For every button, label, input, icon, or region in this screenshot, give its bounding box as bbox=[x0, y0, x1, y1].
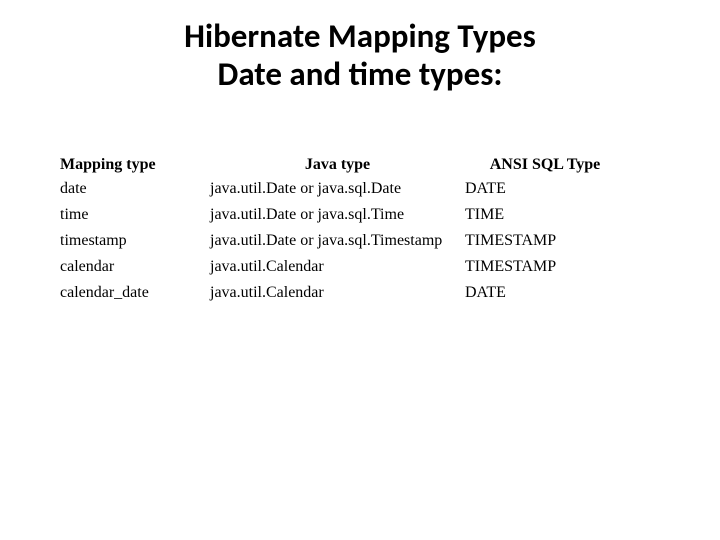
table-row: calendar_date java.util.Calendar DATE bbox=[60, 280, 625, 306]
cell-ansi-sql-type: TIMESTAMP bbox=[465, 228, 625, 254]
table-row: timestamp java.util.Date or java.sql.Tim… bbox=[60, 228, 625, 254]
cell-java-type: java.util.Calendar bbox=[210, 254, 465, 280]
mapping-types-table: Mapping type Java type ANSI SQL Type dat… bbox=[60, 154, 625, 306]
cell-java-type: java.util.Date or java.sql.Date bbox=[210, 176, 465, 202]
title-line1: Hibernate Mapping Types bbox=[0, 18, 720, 56]
cell-mapping-type: calendar_date bbox=[60, 280, 210, 306]
cell-mapping-type: time bbox=[60, 202, 210, 228]
cell-ansi-sql-type: DATE bbox=[465, 176, 625, 202]
cell-mapping-type: calendar bbox=[60, 254, 210, 280]
table-container: Mapping type Java type ANSI SQL Type dat… bbox=[0, 154, 720, 306]
col-header-java-type: Java type bbox=[210, 154, 465, 176]
title-line2: Date and time types: bbox=[0, 56, 720, 94]
cell-ansi-sql-type: TIMESTAMP bbox=[465, 254, 625, 280]
table-header-row: Mapping type Java type ANSI SQL Type bbox=[60, 154, 625, 176]
table-row: date java.util.Date or java.sql.Date DAT… bbox=[60, 176, 625, 202]
cell-java-type: java.util.Date or java.sql.Timestamp bbox=[210, 228, 465, 254]
table-row: calendar java.util.Calendar TIMESTAMP bbox=[60, 254, 625, 280]
table-row: time java.util.Date or java.sql.Time TIM… bbox=[60, 202, 625, 228]
col-header-mapping-type: Mapping type bbox=[60, 154, 210, 176]
slide-title: Hibernate Mapping Types Date and time ty… bbox=[0, 18, 720, 94]
cell-mapping-type: date bbox=[60, 176, 210, 202]
cell-java-type: java.util.Calendar bbox=[210, 280, 465, 306]
col-header-ansi-sql-type: ANSI SQL Type bbox=[465, 154, 625, 176]
cell-mapping-type: timestamp bbox=[60, 228, 210, 254]
cell-java-type: java.util.Date or java.sql.Time bbox=[210, 202, 465, 228]
cell-ansi-sql-type: TIME bbox=[465, 202, 625, 228]
cell-ansi-sql-type: DATE bbox=[465, 280, 625, 306]
